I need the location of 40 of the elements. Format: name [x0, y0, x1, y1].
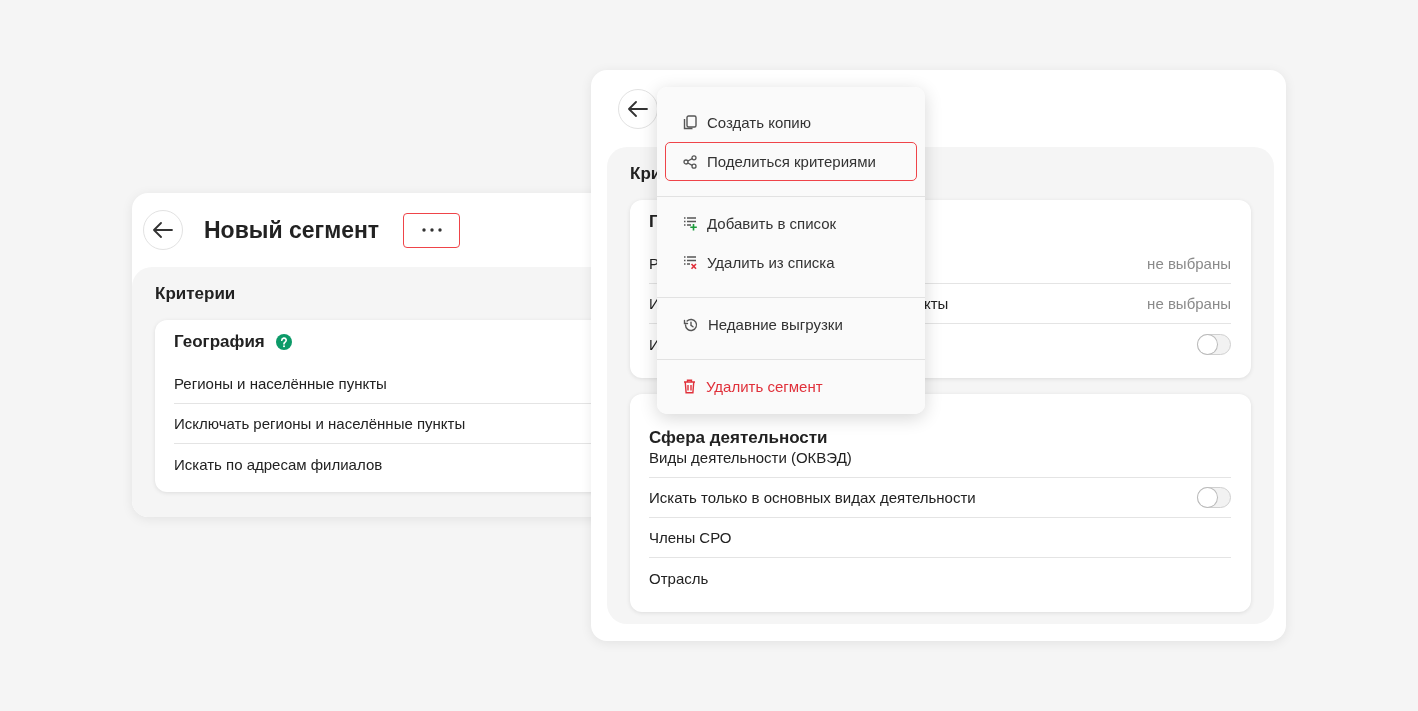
- row-label: Искать по адресам филиалов: [174, 455, 383, 473]
- card-title: Сфера деятельности: [649, 428, 828, 448]
- copy-icon: [683, 115, 697, 130]
- menu-item[interactable]: Добавить в список: [665, 204, 917, 243]
- back-arrow-icon: [628, 100, 648, 117]
- row-label: Виды деятельности (ОКВЭД): [649, 449, 852, 466]
- menu-item[interactable]: Создать копию: [665, 103, 917, 142]
- card-title: Г: [649, 212, 659, 232]
- row-value: не выбраны: [1147, 255, 1231, 272]
- section-title: Критерии: [155, 283, 236, 305]
- menu-item[interactable]: Удалить из списка: [665, 243, 917, 282]
- row-label: Регионы и населённые пункты: [174, 375, 387, 392]
- help-icon[interactable]: [275, 334, 292, 350]
- row-value: не выбраны: [1147, 295, 1231, 312]
- menu-item[interactable]: Поделиться критериями: [665, 142, 917, 181]
- row-label: кты: [924, 295, 949, 312]
- share-icon: [683, 154, 697, 169]
- history-icon: [683, 317, 698, 332]
- toggle-switch[interactable]: [1197, 487, 1231, 508]
- toggle-switch[interactable]: [1197, 333, 1231, 355]
- menu-item[interactable]: Недавние выгрузки: [665, 305, 917, 344]
- more-icon: [421, 228, 442, 232]
- row-label: Исключать регионы и населённые пункты: [174, 415, 466, 432]
- trash-icon: [683, 379, 696, 394]
- row-label: И: [649, 335, 660, 353]
- row-label: Искать только в основных видах деятельности: [649, 489, 976, 506]
- row-label: Члены СРО: [649, 529, 732, 546]
- row-label: Р: [649, 255, 659, 272]
- back-button[interactable]: [143, 210, 183, 250]
- row-label: И: [649, 295, 661, 312]
- page-title: Новый сегмент: [204, 216, 380, 244]
- card-title: География: [174, 332, 265, 352]
- back-button[interactable]: [618, 88, 658, 129]
- back-arrow-icon: [153, 222, 173, 238]
- row-label: Отрасль: [649, 569, 709, 587]
- list-plus-icon: [683, 216, 697, 231]
- more-button[interactable]: [403, 212, 461, 248]
- section-title: Кри: [630, 163, 662, 185]
- menu-item[interactable]: Удалить сегмент: [665, 367, 917, 406]
- list-cross-icon: [683, 255, 697, 270]
